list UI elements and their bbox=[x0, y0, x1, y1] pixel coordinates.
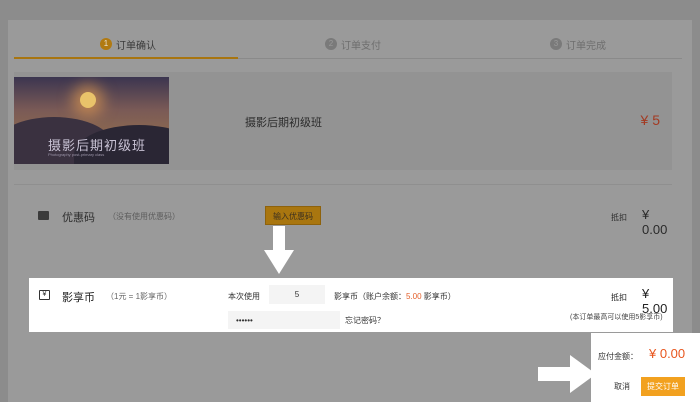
points-balance: 影享币（账户余额：5.00 影享币） bbox=[334, 291, 456, 302]
product-row: 摄影后期初级班 Photography post-primary class 摄… bbox=[14, 72, 672, 170]
step-label: 订单确认 bbox=[116, 40, 156, 52]
points-limit-note: (本订单最高可以使用5影享币) bbox=[570, 314, 663, 321]
coupon-section: 优惠码 （没有使用优惠码） 输入优惠码 抵扣 ¥ 0.00 bbox=[14, 184, 672, 264]
thumbnail-sun bbox=[80, 92, 96, 108]
product-price: ¥ 5 bbox=[640, 112, 660, 128]
payable-label: 应付金额： bbox=[598, 352, 638, 361]
step-complete: 3 订单完成 bbox=[550, 32, 606, 56]
step-label: 订单完成 bbox=[566, 40, 606, 52]
balance-prefix: 影享币（账户余额： bbox=[334, 292, 406, 301]
step-number: 1 bbox=[100, 38, 112, 50]
product-name: 摄影后期初级班 bbox=[245, 117, 322, 129]
coupon-deduct-label: 抵扣 bbox=[611, 213, 627, 222]
payment-summary: 应付金额： ¥ 0.00 取消 提交订单 bbox=[591, 333, 700, 402]
step-confirm: 1 订单确认 bbox=[100, 32, 156, 56]
password-field[interactable] bbox=[228, 311, 340, 329]
step-number: 3 bbox=[550, 38, 562, 50]
order-steps: 1 订单确认 2 订单支付 3 订单完成 bbox=[14, 32, 682, 60]
points-amount-input[interactable] bbox=[269, 285, 325, 304]
step-number: 2 bbox=[325, 38, 337, 50]
coupon-deduct-amount: ¥ 0.00 bbox=[642, 207, 668, 237]
points-deduct-label: 抵扣 bbox=[611, 293, 627, 302]
arrow-right-icon bbox=[538, 355, 596, 393]
ticket-icon bbox=[38, 211, 49, 220]
coupon-label: 优惠码 bbox=[62, 212, 95, 224]
arrow-down-icon bbox=[264, 226, 294, 274]
cancel-button[interactable]: 取消 bbox=[614, 381, 630, 392]
enter-coupon-button[interactable]: 输入优惠码 bbox=[265, 206, 321, 225]
balance-suffix: 影享币） bbox=[421, 292, 456, 301]
yen-icon: ¥ bbox=[39, 290, 50, 300]
steps-progress-bar bbox=[14, 57, 238, 59]
payable-amount: ¥ 0.00 bbox=[649, 346, 686, 361]
forgot-password-link[interactable]: 忘记密码？ bbox=[345, 315, 385, 326]
thumbnail-subtitle: Photography post-primary class bbox=[48, 152, 105, 157]
points-rate: （1元 = 1影享币） bbox=[106, 292, 173, 301]
points-label: 影享币 bbox=[62, 292, 95, 304]
course-thumbnail[interactable]: 摄影后期初级班 Photography post-primary class bbox=[14, 77, 169, 164]
coupon-hint: （没有使用优惠码） bbox=[108, 212, 180, 221]
points-use-label: 本次使用 bbox=[228, 292, 260, 301]
step-label: 订单支付 bbox=[341, 40, 381, 52]
points-section: ¥ 影享币 （1元 = 1影享币） 本次使用 影享币（账户余额：5.00 影享币… bbox=[29, 278, 673, 332]
balance-value: 5.00 bbox=[406, 292, 422, 301]
submit-order-button[interactable]: 提交订单 bbox=[641, 377, 685, 396]
step-pay: 2 订单支付 bbox=[325, 32, 381, 56]
